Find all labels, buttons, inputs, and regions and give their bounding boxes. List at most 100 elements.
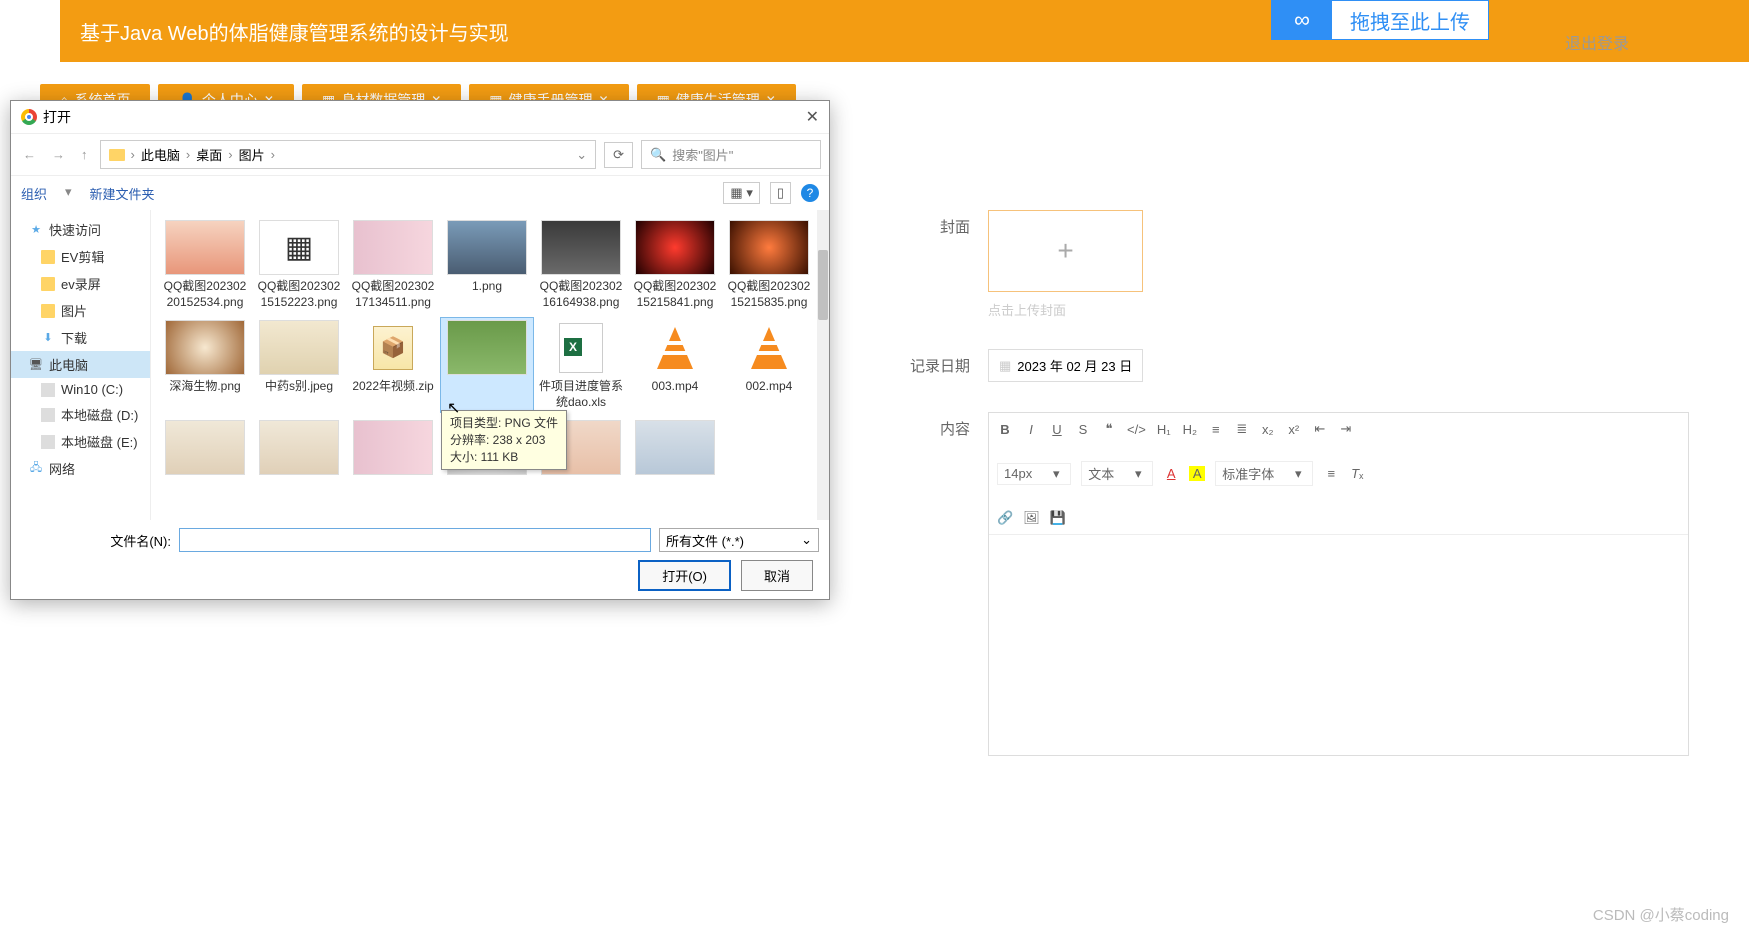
dialog-footer: 文件名(N): 所有文件 (*.*)⌄ 打开(O) 取消 [11, 520, 829, 599]
file-item[interactable]: 1.png [441, 218, 533, 312]
sidebar-item-drive-c[interactable]: Win10 (C:) [11, 378, 150, 401]
search-placeholder: 搜索"图片" [672, 145, 733, 164]
open-button[interactable]: 打开(O) [638, 560, 731, 591]
align-button[interactable]: ≡ [1323, 466, 1339, 481]
upload-ribbon-label: 拖拽至此上传 [1332, 6, 1488, 35]
content-label: 内容 [890, 412, 970, 439]
nav-up-button[interactable]: ↑ [77, 145, 92, 164]
file-item[interactable]: QQ截图20230215152223.png [253, 218, 345, 312]
file-item[interactable] [347, 418, 439, 481]
file-item[interactable]: 002.mp4 [723, 318, 815, 412]
indent-button[interactable]: ⇤ [1312, 421, 1328, 437]
search-input[interactable]: 🔍 搜索"图片" [641, 140, 821, 169]
filename-input[interactable] [179, 528, 651, 552]
form-panel: 封面 + 点击上传封面 记录日期 ▦ 2023 年 02 月 23 日 内容 B… [890, 210, 1689, 786]
dialog-close-button[interactable]: ✕ [806, 107, 819, 127]
h2-button[interactable]: H₂ [1182, 422, 1198, 437]
nav-back-button[interactable]: ← [19, 145, 40, 164]
new-folder-button[interactable]: 新建文件夹 [90, 184, 155, 203]
bg-color-button[interactable]: A [1189, 466, 1205, 481]
file-item[interactable]: 中药s别.jpeg [253, 318, 345, 412]
file-type-filter[interactable]: 所有文件 (*.*)⌄ [659, 528, 819, 552]
file-item[interactable]: 003.mp4 [629, 318, 721, 412]
preview-pane-button[interactable]: ▯ [770, 182, 791, 204]
font-size-select[interactable]: 14px▾ [997, 463, 1071, 485]
save-button[interactable]: 💾 [1050, 510, 1066, 526]
calendar-icon: ▦ [999, 358, 1011, 374]
file-item[interactable]: QQ截图20230216164938.png [535, 218, 627, 312]
sup-button[interactable]: x² [1286, 422, 1302, 437]
dialog-toolbar: 组织▾ 新建文件夹 ▦ ▾ ▯ ? [11, 176, 829, 210]
nav-forward-button[interactable]: → [48, 145, 69, 164]
link-button[interactable]: 🔗 [997, 510, 1013, 526]
sidebar-item-this-pc[interactable]: 🖥此电脑 [11, 351, 150, 378]
file-item[interactable] [253, 418, 345, 481]
file-item[interactable]: QQ截图20230220152534.png [159, 218, 251, 312]
sidebar-item-drive-e[interactable]: 本地磁盘 (E:) [11, 428, 150, 455]
quote-button[interactable]: ❝ [1101, 421, 1117, 437]
cloud-icon[interactable]: ∞ [1272, 1, 1332, 39]
cover-upload-box[interactable]: + [988, 210, 1143, 292]
file-open-dialog: 打开 ✕ ← → ↑ › 此电脑 › 桌面 › 图片 › ⌄ ⟳ 🔍 搜索"图片… [10, 100, 830, 600]
date-label: 记录日期 [890, 349, 970, 376]
logout-link[interactable]: 退出登录 [1565, 30, 1629, 54]
sidebar-item-quick-access[interactable]: ★快速访问 [11, 216, 150, 243]
file-item[interactable]: QQ截图20230215215841.png [629, 218, 721, 312]
font-family-select[interactable]: 文本▾ [1081, 461, 1153, 486]
cancel-button[interactable]: 取消 [741, 560, 813, 591]
italic-button[interactable]: I [1023, 422, 1039, 437]
dialog-navbar: ← → ↑ › 此电脑 › 桌面 › 图片 › ⌄ ⟳ 🔍 搜索"图片" [11, 133, 829, 176]
refresh-button[interactable]: ⟳ [604, 142, 633, 168]
breadcrumb-dropdown-icon[interactable]: ⌄ [576, 147, 587, 163]
file-item-selected[interactable] [441, 318, 533, 412]
outdent-button[interactable]: ⇥ [1338, 421, 1354, 437]
file-item[interactable] [159, 418, 251, 481]
sidebar-item-pictures[interactable]: 图片 [11, 297, 150, 324]
file-item[interactable]: 件项目进度管系统dao.xls [535, 318, 627, 412]
sidebar-item-ev-record[interactable]: ev录屏 [11, 270, 150, 297]
app-header: 基于Java Web的体脂健康管理系统的设计与实现 [60, 0, 1749, 62]
ul-button[interactable]: ≣ [1234, 421, 1250, 437]
scrollbar[interactable] [817, 210, 829, 520]
cover-label: 封面 [890, 210, 970, 237]
dialog-sidebar: ★快速访问 EV剪辑 ev录屏 图片 ⬇下载 🖥此电脑 Win10 (C:) 本… [11, 210, 151, 520]
help-button[interactable]: ? [801, 184, 819, 202]
file-item[interactable] [629, 418, 721, 481]
watermark: CSDN @小蔡coding [1593, 904, 1729, 925]
ol-button[interactable]: ≡ [1208, 422, 1224, 437]
date-field[interactable]: ▦ 2023 年 02 月 23 日 [988, 349, 1143, 382]
sidebar-item-drive-d[interactable]: 本地磁盘 (D:) [11, 401, 150, 428]
editor-textarea[interactable] [989, 535, 1688, 755]
filename-label: 文件名(N): [21, 531, 171, 550]
code-button[interactable]: </> [1127, 422, 1146, 437]
underline-button[interactable]: U [1049, 422, 1065, 437]
sidebar-item-ev-edit[interactable]: EV剪辑 [11, 243, 150, 270]
folder-icon [109, 149, 125, 161]
upload-ribbon[interactable]: ∞ 拖拽至此上传 [1271, 0, 1489, 40]
dialog-titlebar: 打开 ✕ [11, 101, 829, 133]
organize-menu[interactable]: 组织 [21, 184, 47, 203]
h1-button[interactable]: H₁ [1156, 422, 1172, 437]
scrollbar-thumb[interactable] [818, 250, 828, 320]
app-title: 基于Java Web的体脂健康管理系统的设计与实现 [80, 17, 509, 46]
heading-select[interactable]: 标准字体▾ [1215, 461, 1313, 486]
sidebar-item-downloads[interactable]: ⬇下载 [11, 324, 150, 351]
breadcrumb[interactable]: › 此电脑 › 桌面 › 图片 › ⌄ [100, 140, 597, 169]
file-item[interactable]: 2022年视频.zip [347, 318, 439, 412]
clear-format-button[interactable]: Tₓ [1349, 466, 1365, 481]
sidebar-item-network[interactable]: 🖧网络 [11, 455, 150, 482]
cover-hint: 点击上传封面 [988, 300, 1143, 319]
search-icon: 🔍 [650, 147, 666, 163]
file-item[interactable]: 深海生物.png [159, 318, 251, 412]
dialog-title: 打开 [43, 107, 71, 127]
view-mode-button[interactable]: ▦ ▾ [723, 182, 759, 204]
file-grid: QQ截图20230220152534.png QQ截图2023021515222… [151, 210, 829, 520]
image-button[interactable]: 🖼 [1023, 510, 1040, 526]
file-item[interactable]: QQ截图20230217134511.png [347, 218, 439, 312]
font-color-button[interactable]: A [1163, 466, 1179, 481]
chevron-down-icon: ⌄ [801, 532, 812, 548]
sub-button[interactable]: x₂ [1260, 422, 1276, 437]
strike-button[interactable]: S [1075, 422, 1091, 437]
bold-button[interactable]: B [997, 422, 1013, 437]
file-item[interactable]: QQ截图20230215215835.png [723, 218, 815, 312]
